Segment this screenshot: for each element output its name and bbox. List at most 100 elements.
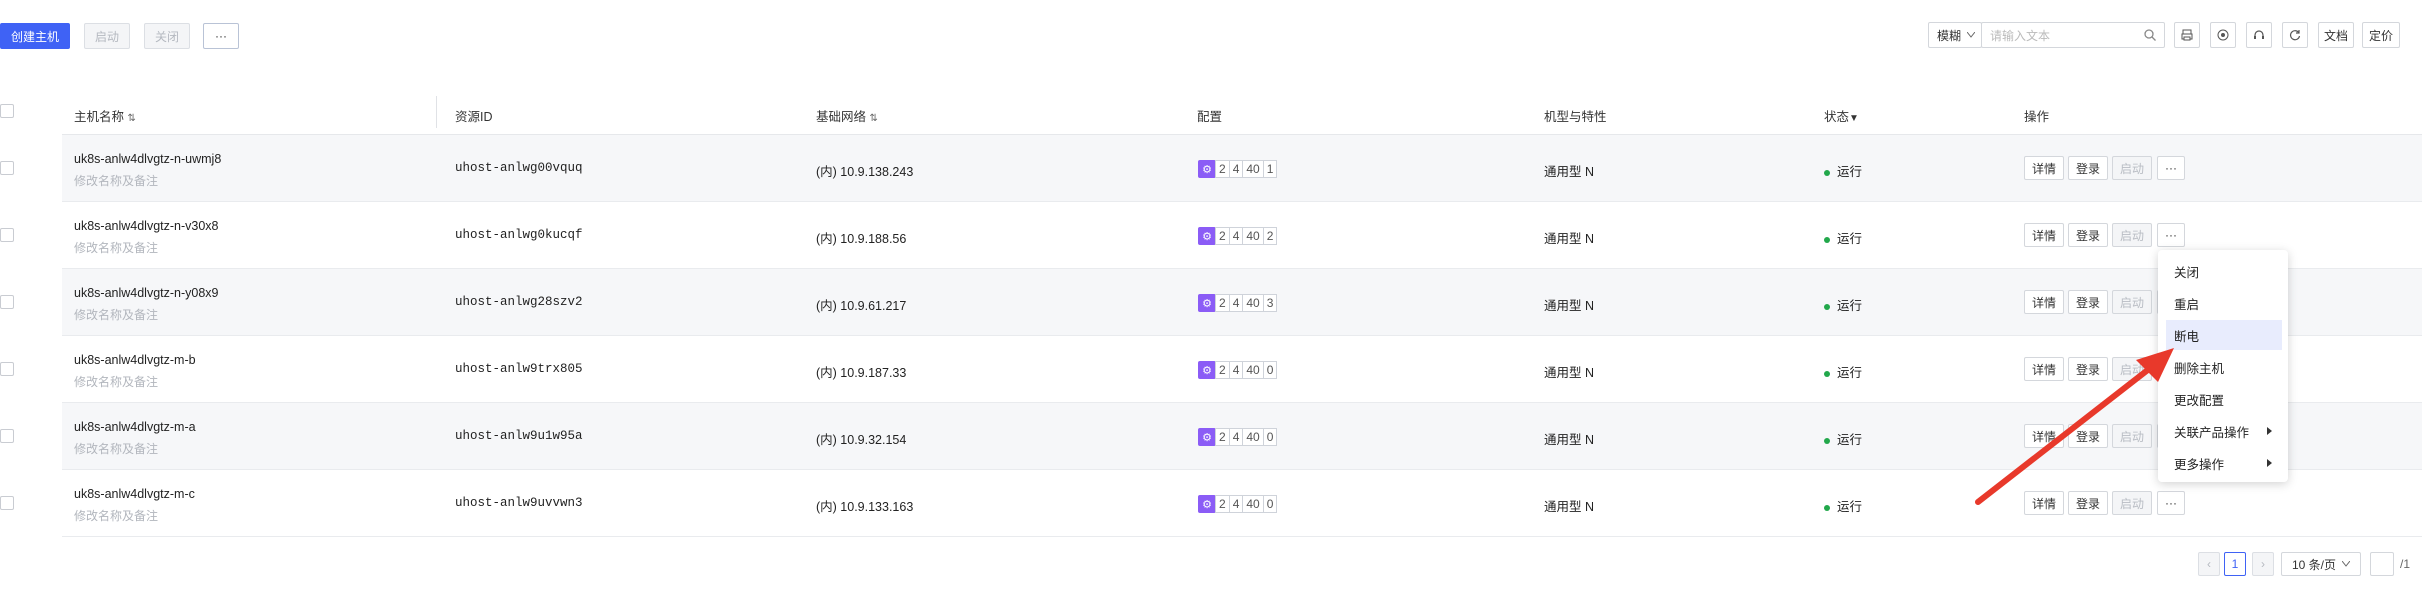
row-checkbox[interactable] (0, 362, 14, 376)
table-row: uk8s-anlw4dlvgtz-n-y08x9 修改名称及备注 uhost-anl… (0, 269, 2422, 336)
headset-icon (2254, 30, 2264, 39)
create-host-button[interactable]: 创建主机 (0, 23, 70, 49)
search-input[interactable]: 请输入文本 (1990, 27, 2050, 44)
edit-name-note-link[interactable]: 修改名称及备注 (74, 440, 158, 457)
host-name[interactable]: uk8s-anlw4dlvgtz-n-v30x8 (74, 219, 219, 233)
filter-icon[interactable]: ▼ (1849, 113, 1859, 124)
config-badge: ⚙ 2 4 40 3 (1198, 293, 1278, 313)
docs-button[interactable]: 文档 (2318, 22, 2354, 48)
config-value: 2 (1215, 160, 1230, 178)
host-name[interactable]: uk8s-anlw4dlvgtz-m-b (74, 353, 196, 367)
page-1-button[interactable]: 1 (2224, 552, 2246, 576)
more-actions-button[interactable]: ··· (203, 23, 239, 49)
row-start-button[interactable]: 启动 (2112, 156, 2152, 180)
row-more-button[interactable]: ··· (2157, 223, 2185, 247)
row-checkbox[interactable] (0, 496, 14, 510)
row-start-button[interactable]: 启动 (2112, 290, 2152, 314)
search-input-box[interactable]: 请输入文本 (1981, 22, 2165, 48)
network-ip: (内) 10.9.187.33 (816, 366, 907, 380)
status-label: 运行 (1837, 433, 1863, 447)
chevron-down-icon (1967, 32, 1976, 38)
edit-name-note-link[interactable]: 修改名称及备注 (74, 373, 158, 390)
config-value: 2 (1215, 361, 1230, 379)
detail-button[interactable]: 详情 (2024, 290, 2064, 314)
host-name[interactable]: uk8s-anlw4dlvgtz-m-c (74, 487, 195, 501)
model-type: 通用型 N (1544, 299, 1595, 313)
config-value: 4 (1228, 227, 1244, 245)
config-badge: ⚙ 2 4 40 2 (1198, 226, 1278, 246)
config-value: 4 (1228, 495, 1244, 513)
caret-right-icon (2267, 459, 2272, 467)
row-more-button[interactable]: ··· (2157, 156, 2185, 180)
config-gear-icon: ⚙ (1198, 160, 1216, 178)
start-button[interactable]: 启动 (84, 23, 130, 49)
print-icon (2181, 29, 2193, 41)
host-name[interactable]: uk8s-anlw4dlvgtz-n-uwmj8 (74, 152, 221, 166)
config-value: 40 (1242, 294, 1264, 312)
header-name[interactable]: 主机名称 ⇅ (74, 106, 136, 125)
config-gear-icon: ⚙ (1198, 428, 1216, 446)
target-icon (2217, 29, 2229, 41)
edit-name-note-link[interactable]: 修改名称及备注 (74, 306, 158, 323)
page-jump-input[interactable] (2370, 552, 2394, 576)
config-badge: ⚙ 2 4 40 0 (1198, 360, 1278, 380)
status: 运行 (1824, 496, 1862, 515)
row-checkbox[interactable] (0, 295, 14, 309)
network-ip: (内) 10.9.133.163 (816, 500, 914, 514)
search-mode-select[interactable]: 模糊 (1928, 22, 1982, 48)
config-value: 0 (1262, 428, 1278, 446)
sort-icon[interactable]: ⇅ (870, 113, 878, 124)
login-button[interactable]: 登录 (2068, 223, 2108, 247)
config-value: 4 (1228, 294, 1244, 312)
filter-print-button[interactable] (2174, 22, 2200, 48)
status-dot-icon (1824, 370, 1830, 377)
resource-id: uhost-anlwg00vquq (455, 161, 583, 175)
header-ops: 操作 (2024, 110, 2050, 124)
sort-icon[interactable]: ⇅ (128, 113, 136, 124)
settings-button[interactable] (2210, 22, 2236, 48)
table-row: uk8s-anlw4dlvgtz-n-uwmj8 修改名称及备注 uhost-anl… (0, 135, 2422, 202)
detail-button[interactable]: 详情 (2024, 156, 2064, 180)
status-dot-icon (1824, 504, 1830, 511)
edit-name-note-link[interactable]: 修改名称及备注 (74, 239, 158, 256)
menu-item-reboot[interactable]: 重启 (2166, 288, 2282, 318)
header-network[interactable]: 基础网络 ⇅ (816, 106, 878, 125)
edit-name-note-link[interactable]: 修改名称及备注 (74, 507, 158, 524)
login-button[interactable]: 登录 (2068, 156, 2108, 180)
next-page-button[interactable]: › (2252, 552, 2274, 576)
support-button[interactable] (2246, 22, 2272, 48)
host-name[interactable]: uk8s-anlw4dlvgtz-m-a (74, 420, 196, 434)
config-badge: ⚙ 2 4 40 0 (1198, 494, 1278, 514)
config-gear-icon: ⚙ (1198, 361, 1216, 379)
header-status[interactable]: 状态▼ (1824, 106, 1859, 125)
config-value: 2 (1215, 495, 1230, 513)
row-checkbox[interactable] (0, 429, 14, 443)
prev-page-button[interactable]: ‹ (2198, 552, 2220, 576)
login-button[interactable]: 登录 (2068, 290, 2108, 314)
status-label: 运行 (1837, 232, 1863, 246)
pricing-button[interactable]: 定价 (2362, 22, 2400, 48)
config-value: 40 (1242, 227, 1264, 245)
model-type: 通用型 N (1544, 500, 1595, 514)
menu-item-close[interactable]: 关闭 (2166, 256, 2282, 286)
row-start-button[interactable]: 启动 (2112, 223, 2152, 247)
host-name[interactable]: uk8s-anlw4dlvgtz-n-y08x9 (74, 286, 219, 300)
refresh-button[interactable] (2282, 22, 2308, 48)
row-checkbox[interactable] (0, 161, 14, 175)
close-button[interactable]: 关闭 (144, 23, 190, 49)
page-total: /1 (2400, 557, 2411, 571)
select-all-checkbox[interactable] (0, 104, 14, 118)
model-type: 通用型 N (1544, 165, 1595, 179)
row-checkbox[interactable] (0, 228, 14, 242)
column-divider[interactable] (436, 96, 437, 128)
network-ip: (内) 10.9.138.243 (816, 165, 914, 179)
config-value: 2 (1215, 294, 1230, 312)
config-gear-icon: ⚙ (1198, 294, 1216, 312)
page-size-select[interactable]: 10 条/页 (2281, 552, 2361, 576)
edit-name-note-link[interactable]: 修改名称及备注 (74, 172, 158, 189)
config-value: 2 (1262, 227, 1278, 245)
detail-button[interactable]: 详情 (2024, 223, 2064, 247)
network-ip: (内) 10.9.61.217 (816, 299, 907, 313)
refresh-icon (2289, 30, 2301, 41)
search-icon[interactable] (2144, 29, 2156, 41)
